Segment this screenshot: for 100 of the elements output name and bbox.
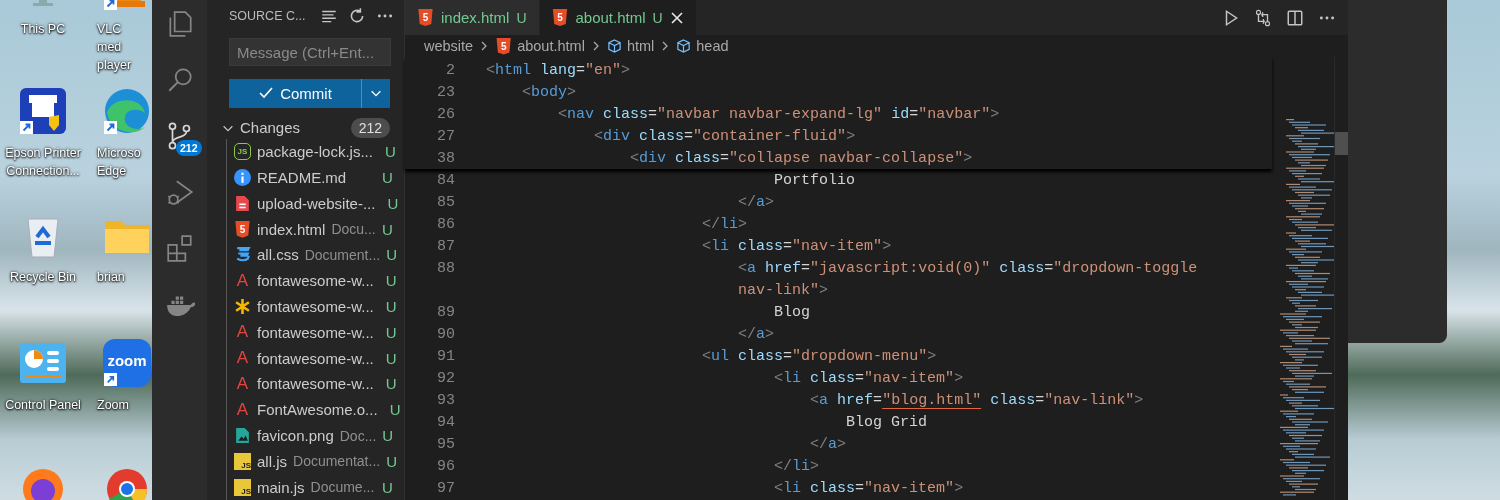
json-file-icon: JS (234, 143, 251, 161)
html-file-icon: 5 (551, 9, 569, 26)
breadcrumb-item[interactable]: website (424, 38, 474, 54)
line-number: 23 (436, 83, 455, 101)
file-name[interactable]: fontawesome-w... (257, 272, 374, 290)
cube-icon (606, 38, 622, 54)
code-line: <div class="collapse navbar-collapse"> (630, 149, 973, 167)
file-name[interactable]: fontawesome-w... (257, 349, 374, 367)
html-file-icon: 5 (495, 37, 513, 55)
file-name[interactable]: fontawesome-w... (257, 298, 374, 315)
line-number: 90 (436, 325, 455, 343)
file-name[interactable]: fontawesome-w... (257, 323, 374, 341)
split-editor-icon[interactable] (1286, 8, 1304, 27)
file-name[interactable]: index.html (257, 220, 326, 238)
icon-label: Microso Edge (96, 145, 142, 180)
compare-changes-icon[interactable] (1254, 8, 1272, 27)
code-line: </li> (774, 457, 820, 475)
asterisk-icon (234, 298, 251, 315)
breadcrumb-item[interactable]: about.html (517, 38, 585, 54)
code-line: Blog (774, 303, 811, 321)
code-line: </a> (738, 325, 775, 343)
git-status: U (386, 246, 397, 264)
git-status: U (382, 220, 394, 238)
document-icon (234, 194, 251, 212)
line-number: 84 (436, 171, 455, 189)
code-line: </li> (702, 215, 748, 233)
html-file-icon: 5 (234, 220, 251, 238)
code-line: <a href="blog.html" class="nav-link"> (810, 391, 1144, 409)
cube-icon (676, 38, 692, 54)
code-line: <nav class="navbar navbar-expand-lg" id="navbar"> (558, 105, 1000, 123)
line-number: 26 (436, 105, 455, 123)
count-badge: 212 (176, 140, 202, 156)
file-name[interactable]: all.js (257, 452, 287, 470)
git-status: U (382, 478, 394, 496)
file-path: Documentat... (293, 453, 381, 470)
scrollbar-thumb[interactable] (1335, 132, 1348, 155)
commit-button[interactable]: Commit (229, 79, 361, 108)
file-name[interactable]: all.css (257, 246, 299, 264)
close-icon[interactable] (669, 10, 684, 25)
app-logo[interactable]: zoom (103, 339, 151, 387)
line-number: 91 (436, 347, 455, 365)
line-number: 92 (436, 369, 455, 387)
icon-label: Zoom (96, 397, 130, 414)
code-line: <li class="nav-item"> (774, 369, 964, 387)
font-file-icon: A (234, 323, 251, 341)
file-path: Doc... (339, 427, 377, 444)
file-path: Docume... (310, 479, 376, 496)
printer-app-icon[interactable] (19, 87, 67, 135)
line-number: 89 (436, 303, 455, 321)
git-status: U (385, 375, 397, 393)
line-number: 85 (436, 193, 455, 211)
git-status: U (382, 427, 395, 444)
breadcrumb-item[interactable]: html (626, 38, 655, 54)
image-file-icon (234, 427, 251, 444)
git-status: U (385, 298, 397, 315)
dropdown-button[interactable] (361, 79, 390, 108)
js-file-icon: JS (234, 478, 251, 496)
git-status: U (385, 349, 397, 367)
file-path: Docu... (331, 221, 376, 238)
line-number: 93 (436, 391, 455, 409)
file-name[interactable]: main.js (257, 478, 305, 496)
git-status: U (385, 272, 397, 290)
editor-tab[interactable]: 5 about.html U (539, 0, 697, 35)
line-number: 95 (436, 435, 455, 453)
icon-label: VLC med player (96, 21, 133, 74)
font-file-icon: A (234, 349, 251, 367)
file-name[interactable]: package-lock.js... (257, 143, 373, 161)
info-icon (234, 169, 251, 187)
editor-tab[interactable]: 5 index.html U (405, 0, 540, 35)
file-name[interactable]: fontawesome-w... (257, 375, 374, 393)
count-badge: 212 (350, 117, 390, 138)
icon-label: Recycle Bin (9, 269, 77, 286)
file-name[interactable]: FontAwesome.o... (257, 401, 378, 419)
line-number: 2 (445, 61, 455, 79)
git-status: U (385, 323, 397, 341)
git-status: U (382, 169, 394, 187)
code-line: <a href="javascript:void(0)" class="dropdown-toggle (738, 259, 1198, 277)
font-file-icon: A (234, 375, 251, 393)
git-status: U (389, 401, 401, 419)
message-field[interactable]: Message (Ctrl+Ent... (229, 38, 391, 67)
file-path: Document... (304, 246, 381, 263)
breadcrumb-item[interactable]: head (696, 38, 729, 54)
code-line: <ul class="dropdown-menu"> (702, 347, 937, 365)
code-line: <li class="nav-item"> (774, 479, 964, 497)
css-file-icon (234, 246, 251, 264)
file-name[interactable]: favicon.png (257, 427, 334, 444)
swirl-logo-icon[interactable] (103, 87, 151, 135)
section-title[interactable]: Changes (240, 119, 346, 137)
panel-title: SOURCE C... (229, 9, 307, 24)
file-name[interactable]: upload-website-... (257, 194, 376, 212)
file-name[interactable]: README.md (257, 169, 347, 187)
icon-label: brian (96, 269, 126, 286)
git-status: U (386, 452, 397, 470)
code-line: <li class="nav-item"> (702, 237, 892, 255)
extensions-icon[interactable] (164, 233, 195, 263)
code-line: <html lang="en"> (486, 61, 631, 79)
icon-label: Control Panel (4, 397, 82, 414)
line-number: 97 (436, 479, 455, 497)
line-number: 38 (436, 149, 455, 167)
html-file-icon: 5 (417, 9, 434, 26)
